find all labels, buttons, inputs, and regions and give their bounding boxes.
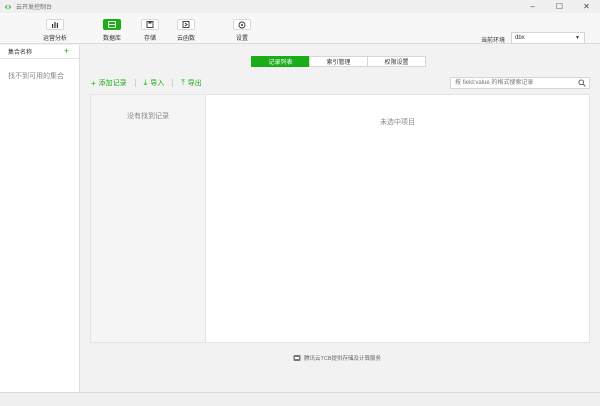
title-bar: 云开发控制台 – ☐ ✕ bbox=[0, 0, 600, 13]
maximize-button[interactable]: ☐ bbox=[546, 0, 573, 13]
sidebar-header-label: 集合名称 bbox=[8, 50, 33, 56]
sidebar-empty-text: 找不到可用的集合 bbox=[8, 73, 64, 80]
cloud-provider-icon bbox=[293, 355, 301, 361]
import-label: 导入 bbox=[150, 80, 165, 87]
record-actions: + 添加记录 ⤓ 导入 ⤒ 导出 bbox=[91, 78, 202, 88]
toolbar-database-button[interactable]: 数据库 bbox=[92, 19, 132, 42]
record-list-empty-text: 没有找到记录 bbox=[127, 113, 169, 120]
search-placeholder: 按 field:value 的格式搜索记录 bbox=[455, 80, 534, 86]
close-button[interactable]: ✕ bbox=[573, 0, 600, 13]
record-detail-panel: 未选中项目 bbox=[206, 94, 590, 343]
provider-note-text: 腾讯云TCB提供存储及计算服务 bbox=[304, 356, 382, 362]
toolbar-analytics-button[interactable]: 运营分析 bbox=[35, 19, 75, 42]
tab-permissions[interactable]: 权限设置 bbox=[367, 56, 426, 67]
tab-bar: 记录列表 索引管理 权限设置 bbox=[251, 56, 426, 67]
tab-indexes[interactable]: 索引管理 bbox=[309, 56, 368, 67]
toolbar-label: 设置 bbox=[235, 36, 248, 42]
divider bbox=[134, 79, 136, 87]
main-panel: 记录列表 索引管理 权限设置 + 添加记录 ⤓ 导入 ⤒ 导出 按 field:… bbox=[81, 45, 600, 392]
gear-icon bbox=[233, 19, 251, 30]
record-search-input[interactable]: 按 field:value 的格式搜索记录 bbox=[450, 77, 590, 89]
tab-records[interactable]: 记录列表 bbox=[251, 56, 310, 67]
export-button[interactable]: ⤒ 导出 bbox=[181, 78, 202, 88]
toolbar-label: 存储 bbox=[143, 36, 156, 42]
storage-icon bbox=[141, 19, 159, 30]
database-icon bbox=[103, 19, 121, 30]
sidebar-header: 集合名称 + bbox=[0, 45, 79, 59]
toolbar-label: 运营分析 bbox=[42, 36, 67, 42]
window-title: 云开发控制台 bbox=[16, 5, 53, 11]
download-icon: ⤓ bbox=[143, 78, 148, 87]
plus-icon: + bbox=[91, 78, 96, 88]
toolbar-settings-button[interactable]: 设置 bbox=[222, 19, 262, 42]
toolbar: 运营分析 数据库 存储 云函数 设置 当前环境 dbx ▼ bbox=[0, 13, 600, 44]
toolbar-label: 云函数 bbox=[176, 36, 195, 42]
record-detail-empty-text: 未选中项目 bbox=[380, 119, 415, 126]
add-record-label: 添加记录 bbox=[98, 80, 127, 87]
export-label: 导出 bbox=[187, 80, 202, 87]
window-controls: – ☐ ✕ bbox=[519, 0, 600, 13]
chevron-down-icon: ▼ bbox=[575, 35, 580, 41]
bar-chart-icon bbox=[46, 19, 64, 30]
provider-note: 腾讯云TCB提供存储及计算服务 bbox=[293, 354, 381, 362]
toolbar-storage-button[interactable]: 存储 bbox=[130, 19, 170, 42]
toolbar-cloud-function-button[interactable]: 云函数 bbox=[166, 19, 206, 42]
upload-icon: ⤒ bbox=[181, 78, 185, 87]
app-logo-icon bbox=[4, 4, 12, 9]
env-label: 当前环境 bbox=[481, 38, 506, 44]
import-button[interactable]: ⤓ 导入 bbox=[144, 78, 165, 88]
status-bar bbox=[0, 392, 600, 406]
env-select[interactable]: dbx ▼ bbox=[511, 32, 585, 44]
collection-sidebar: 集合名称 + 找不到可用的集合 bbox=[0, 45, 80, 392]
cloud-function-icon bbox=[177, 19, 195, 30]
divider bbox=[172, 79, 174, 87]
search-icon[interactable] bbox=[578, 79, 586, 87]
add-record-button[interactable]: + 添加记录 bbox=[91, 78, 127, 88]
env-value: dbx bbox=[515, 35, 525, 41]
toolbar-label: 数据库 bbox=[102, 36, 121, 42]
record-list-panel: 没有找到记录 bbox=[90, 94, 206, 343]
add-collection-button[interactable]: + bbox=[64, 46, 69, 56]
minimize-button[interactable]: – bbox=[519, 0, 546, 13]
